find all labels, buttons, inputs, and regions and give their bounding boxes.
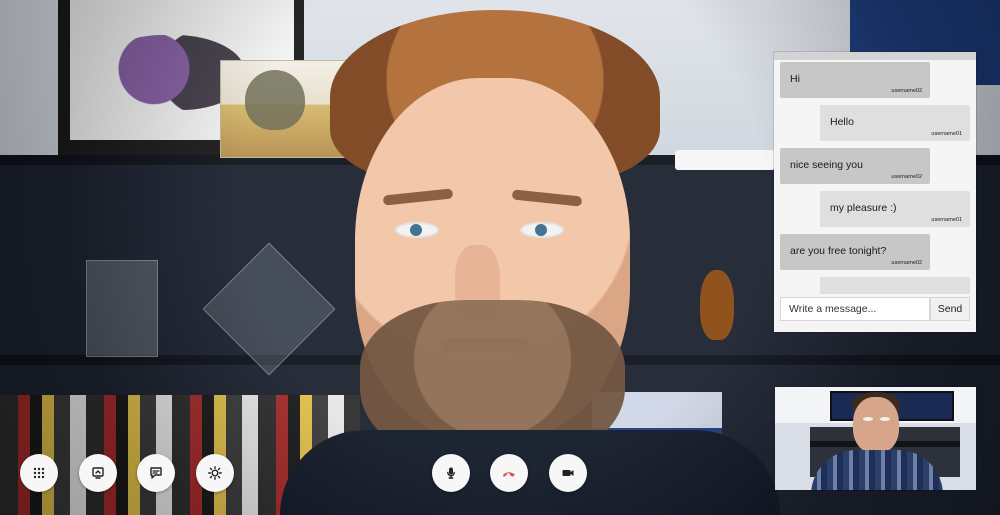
chat-button[interactable] [137,454,175,492]
chat-message-text: my pleasure :) [830,202,897,214]
settings-button[interactable] [196,454,234,492]
self-view-right-eye [880,417,890,421]
chat-message: nice seeing you username02 [780,148,930,184]
chat-message-text: nice seeing you [790,159,863,171]
left-eye [395,222,439,238]
chat-message-text: are you free tonight? [790,245,887,257]
chat-message: Hello username01 [820,105,970,141]
self-view [775,387,976,490]
rabbit-illustration [245,70,305,130]
right-eye [520,222,564,238]
chat-message [820,277,970,294]
chat-panel: Hi username02 Hello username01 nice seei… [774,52,976,332]
chat-message: are you free tonight? username02 [780,234,930,270]
chat-message-user: username02 [891,88,922,94]
dialpad-button[interactable] [20,454,58,492]
chat-message-text: Hi [790,73,800,85]
screen-share-button[interactable] [79,454,117,492]
glass-award-left [86,260,158,357]
chat-message-user: username02 [891,260,922,266]
shirt [280,430,780,515]
camera-button[interactable] [549,454,587,492]
end-call-icon [500,464,518,482]
end-call-button[interactable] [490,454,528,492]
chat-message: Hi username02 [780,62,930,98]
chat-icon [148,465,164,481]
self-view-head [853,397,899,453]
chat-message: my pleasure :) username01 [820,191,970,227]
self-view-left-eye [863,417,873,421]
chat-panel-header [774,52,976,60]
camera-icon [560,465,576,481]
screen-share-icon [90,465,106,481]
chat-message-user: username02 [891,174,922,180]
violin [700,270,734,340]
send-button[interactable]: Send [930,297,970,321]
mute-button[interactable] [432,454,470,492]
settings-icon [207,465,223,481]
dialpad-icon [31,465,47,481]
chat-message-input[interactable] [780,297,930,321]
chat-messages[interactable]: Hi username02 Hello username01 nice seei… [780,62,970,294]
microphone-icon [443,465,459,481]
background-bowl [675,150,775,170]
chat-message-text: Hello [830,116,854,128]
chat-message-user: username01 [931,131,962,137]
chat-message-user: username01 [931,217,962,223]
